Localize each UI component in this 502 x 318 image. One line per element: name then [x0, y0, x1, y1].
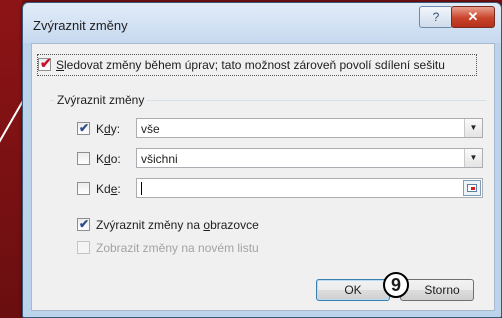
- text-caret: [141, 182, 142, 195]
- track-changes-label[interactable]: Sledovat změny během úprav; tato možnost…: [56, 58, 445, 72]
- group-title: Zvýraznit změny: [54, 93, 148, 107]
- where-label[interactable]: Kde:: [96, 182, 121, 196]
- who-checkbox[interactable]: [77, 152, 90, 165]
- dialog-window: Zvýraznit změny ? ✕ ✔ Sledovat změny běh…: [22, 2, 502, 318]
- highlight-on-screen-label[interactable]: Zvýraznit změny na obrazovce: [96, 218, 259, 232]
- highlight-on-screen-checkbox[interactable]: ✔: [77, 217, 90, 231]
- step-number-badge: 9: [383, 272, 409, 298]
- range-select-button[interactable]: [463, 180, 481, 196]
- cancel-label: Storno: [424, 283, 460, 297]
- check-icon: ✔: [40, 55, 52, 71]
- who-value: všichni: [141, 152, 178, 166]
- who-select[interactable]: všichni ▼: [136, 148, 483, 168]
- where-checkbox[interactable]: [77, 182, 90, 195]
- when-checkbox[interactable]: ✔: [77, 121, 90, 135]
- when-select[interactable]: vše ▼: [136, 118, 483, 138]
- help-button[interactable]: ?: [419, 6, 453, 28]
- dialog-title: Zvýraznit změny: [33, 18, 128, 33]
- who-label[interactable]: Kdo:: [96, 152, 121, 166]
- chevron-down-icon[interactable]: ▼: [464, 149, 482, 167]
- check-icon: ✔: [79, 217, 90, 231]
- ok-button[interactable]: OK: [316, 279, 390, 301]
- when-label[interactable]: Kdy:: [96, 122, 120, 136]
- when-value: vše: [141, 122, 160, 136]
- collapse-dialog-icon: [467, 184, 477, 192]
- title-bar: Zvýraznit změny ? ✕: [23, 3, 501, 43]
- cancel-button[interactable]: Storno: [400, 279, 474, 301]
- check-icon: ✔: [79, 121, 90, 135]
- list-new-sheet-checkbox: [77, 241, 90, 254]
- track-changes-checkbox[interactable]: ✔: [38, 55, 52, 71]
- close-button[interactable]: ✕: [451, 6, 495, 28]
- dialog-body: ✔ Sledovat změny během úprav; tato možno…: [31, 43, 495, 311]
- where-range-input[interactable]: [136, 178, 483, 198]
- chevron-down-icon[interactable]: ▼: [464, 119, 482, 137]
- list-new-sheet-label: Zobrazit změny na novém listu: [96, 241, 259, 255]
- background-strip: [0, 0, 22, 318]
